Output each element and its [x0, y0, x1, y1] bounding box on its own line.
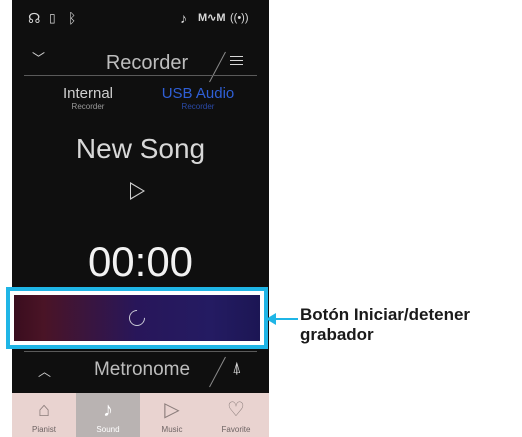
nav-favorite[interactable]: ♡ Favorite: [204, 393, 268, 437]
collapse-chevron-icon[interactable]: ﹀: [32, 48, 45, 67]
nav-label: Sound: [96, 425, 120, 434]
wireless-icon: ((•)): [230, 12, 249, 24]
bottom-nav: ⌂ Pianist ♪ Sound ▷ Music ♡ Favorite: [12, 393, 269, 437]
metronome-icon[interactable]: ⍋: [232, 361, 242, 377]
nav-label: Favorite: [221, 425, 251, 434]
heart-icon: ♡: [227, 399, 245, 421]
tab-label: USB Audio: [161, 85, 235, 102]
headphones-icon: ☊: [28, 10, 41, 26]
expand-chevron-icon[interactable]: ︿: [38, 361, 51, 380]
callout-label: Botón Iniciar/detener grabador: [300, 305, 470, 345]
tab-internal-recorder[interactable]: Internal Recorder: [48, 86, 128, 112]
nav-label: Pianist: [31, 425, 56, 434]
piano-icon: ⌂: [37, 399, 51, 421]
recorder-title: Recorder: [105, 52, 189, 74]
phone-screen: ☊ ▯ ᛒ ♪ M∿M ((•)) ﹀ Recorder Internal Re…: [12, 0, 269, 437]
metronome-title: Metronome: [93, 359, 191, 380]
record-button-surface: [14, 295, 260, 341]
tab-label: Internal: [62, 85, 114, 102]
metronome-divider: [24, 351, 257, 352]
play-icon[interactable]: [130, 182, 145, 200]
bluetooth-icon: ᛒ: [68, 10, 77, 26]
status-bar: ☊ ▯ ᛒ ♪ M∿M ((•)): [12, 0, 269, 40]
song-name[interactable]: New Song: [12, 133, 269, 165]
audio-wave-icon: M∿M: [198, 12, 226, 24]
microphone-icon: ♪: [180, 10, 187, 26]
nav-music[interactable]: ▷ Music: [140, 393, 204, 437]
nav-pianist[interactable]: ⌂ Pianist: [12, 393, 76, 437]
menu-icon[interactable]: [230, 53, 243, 68]
music-note-icon: ♪: [103, 399, 113, 421]
recorder-header: ﹀ Recorder: [12, 40, 269, 83]
callout-arrow-icon: [266, 313, 276, 325]
nav-sound[interactable]: ♪ Sound: [76, 393, 140, 437]
tab-sublabel: Recorder: [181, 102, 215, 111]
nav-label: Music: [161, 425, 183, 434]
play-icon: ▷: [164, 399, 180, 421]
recording-time: 00:00: [87, 238, 194, 285]
callout-line-1: Botón Iniciar/detener: [300, 305, 471, 324]
header-underline: [24, 75, 257, 76]
tab-usb-audio-recorder[interactable]: USB Audio Recorder: [153, 86, 243, 112]
tab-sublabel: Recorder: [71, 102, 105, 111]
spinner-icon: [125, 306, 149, 330]
metronome-bar: ︿ Metronome ⍋: [12, 351, 269, 393]
record-start-stop-button[interactable]: [6, 287, 268, 349]
usb-drive-icon: ▯: [49, 11, 56, 25]
callout-line-2: grabador: [300, 325, 374, 344]
